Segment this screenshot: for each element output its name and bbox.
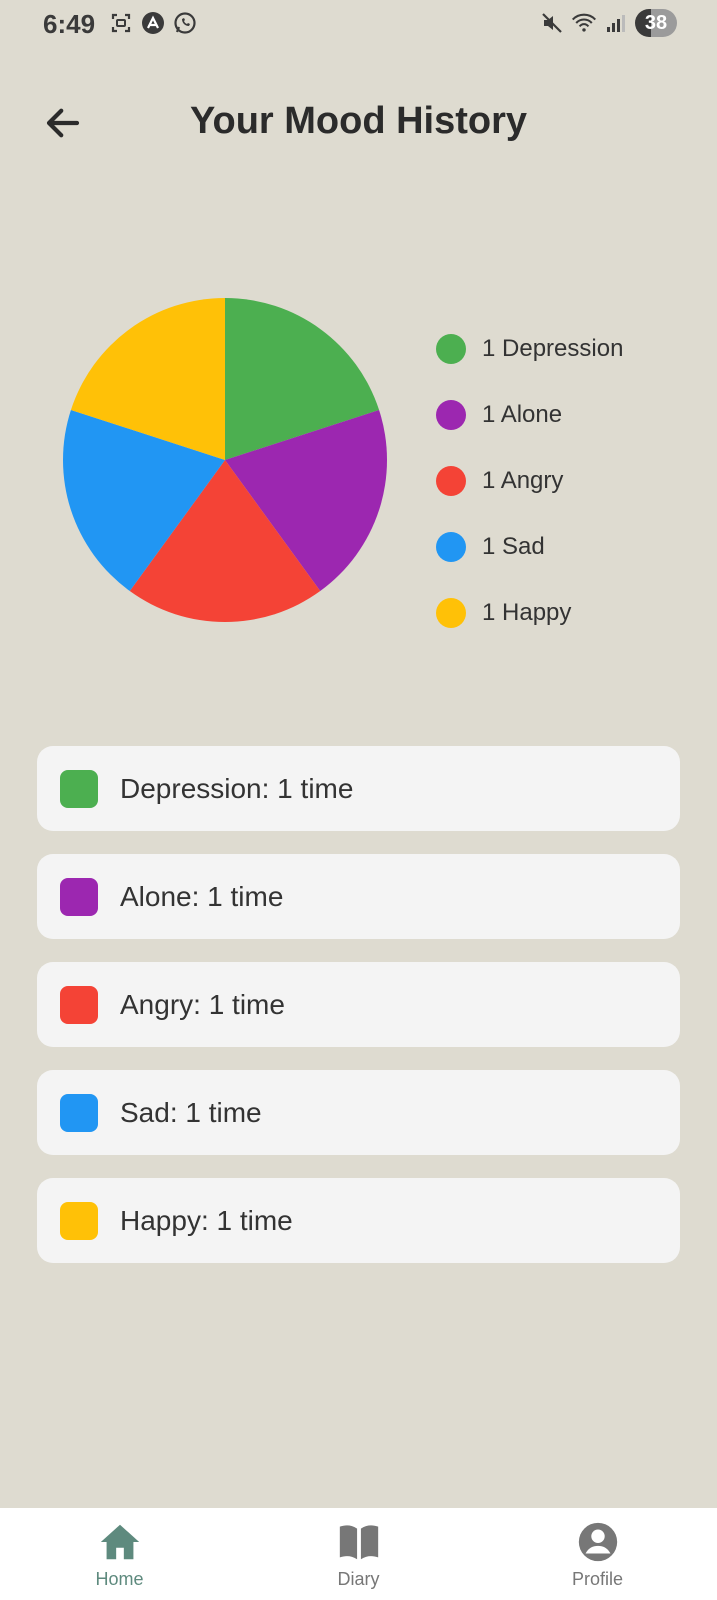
mute-icon (539, 10, 565, 36)
wifi-icon (571, 10, 597, 36)
whatsapp-icon (172, 10, 198, 36)
nav-item-home[interactable]: Home (20, 1519, 220, 1590)
status-bar: 6:49 38 (0, 0, 717, 48)
legend-dot (436, 598, 466, 628)
mood-pie-chart (55, 290, 395, 630)
screenshot-icon (108, 10, 134, 36)
mood-card-sad: Sad: 1 time (37, 1070, 680, 1155)
notification-icons (108, 10, 198, 36)
legend-label: 1 Sad (482, 533, 545, 560)
mood-count-text: Depression: 1 time (120, 772, 354, 804)
legend-item-happy: 1 Happy (436, 580, 623, 646)
legend-item-sad: 1 Sad (436, 514, 623, 580)
legend-item-depression: 1 Depression (436, 316, 623, 382)
mood-card-angry: Angry: 1 time (37, 962, 680, 1047)
pie-svg (62, 298, 388, 622)
account-icon (575, 1519, 621, 1565)
mood-swatch (60, 985, 98, 1024)
mood-swatch (60, 1201, 98, 1240)
legend-dot (436, 334, 466, 364)
app-notification-icon (140, 10, 166, 36)
mood-card-alone: Alone: 1 time (37, 854, 680, 939)
nav-item-profile[interactable]: Profile (498, 1519, 698, 1590)
legend-label: 1 Happy (482, 599, 572, 626)
legend-item-alone: 1 Alone (436, 382, 623, 448)
mood-count-text: Sad: 1 time (120, 1096, 262, 1128)
legend-dot (436, 400, 466, 430)
bottom-navigation: Home Diary Profile (0, 1508, 717, 1600)
system-icons: 38 (539, 9, 677, 37)
legend-item-angry: 1 Angry (436, 448, 623, 514)
legend-label: 1 Angry (482, 467, 564, 494)
status-time: 6:49 (43, 9, 96, 39)
mood-swatch (60, 1093, 98, 1132)
nav-label-profile: Profile (571, 1568, 624, 1589)
mood-count-text: Alone: 1 time (120, 880, 284, 912)
chart-legend: 1 Depression 1 Alone 1 Angry 1 Sad 1 Hap… (436, 316, 623, 646)
mood-count-text: Happy: 1 time (120, 1204, 293, 1236)
legend-label: 1 Depression (482, 335, 624, 362)
signal-icon (603, 10, 629, 36)
nav-item-diary[interactable]: Diary (259, 1519, 459, 1590)
header: Your Mood History (0, 92, 717, 154)
mood-count-text: Angry: 1 time (120, 988, 285, 1020)
nav-label-diary: Diary (337, 1568, 380, 1589)
legend-dot (436, 532, 466, 562)
mood-swatch (60, 877, 98, 916)
mood-history-screen: 6:49 38 Your Mood History 1 Depression 1… (0, 0, 717, 1600)
page-title: Your Mood History (189, 100, 528, 142)
mood-card-depression: Depression: 1 time (37, 746, 680, 831)
nav-label-home: Home (95, 1568, 144, 1589)
mood-swatch (60, 769, 98, 808)
battery-indicator: 38 (635, 9, 677, 37)
legend-dot (436, 466, 466, 496)
home-icon (97, 1519, 143, 1565)
book-icon (336, 1519, 382, 1565)
legend-label: 1 Alone (482, 401, 563, 428)
mood-count-list: Depression: 1 time Alone: 1 time Angry: … (37, 746, 680, 1286)
mood-card-happy: Happy: 1 time (37, 1178, 680, 1263)
